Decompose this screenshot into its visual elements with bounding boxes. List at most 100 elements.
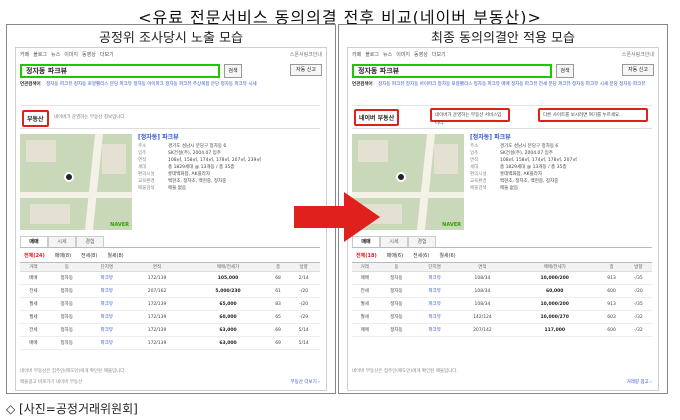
related-links[interactable]: 정자동 파크뷰 정자동 아이파크 정자동 로얄팰리스 정자동 파크뷰 매매 정자… xyxy=(378,82,645,87)
location-pin-icon xyxy=(396,172,406,182)
table-cell: 5,000/230 xyxy=(187,284,269,298)
radio-jeonse[interactable]: 전세(8) xyxy=(81,252,97,259)
listing-line: 편의시설 롯데백화점, AK플라자 xyxy=(470,172,543,177)
nav-item[interactable]: 이미지 xyxy=(396,51,410,61)
table-cell: 600 xyxy=(598,284,625,298)
table-cell: -/29 xyxy=(287,310,320,324)
search-input[interactable]: 정자동 파크뷰 xyxy=(352,64,552,78)
search-screenshot: 카페 블로그 뉴스 이미지 동영상 더보기 스폰서링크안내 정자동 파크뷰 검색… xyxy=(15,47,327,391)
table-cell[interactable]: 파크뷰 xyxy=(86,297,127,311)
radio-all[interactable]: 전체(24) xyxy=(24,252,45,259)
table-cell[interactable]: 파크뷰 xyxy=(86,323,127,337)
radio-sale[interactable]: 매매(6) xyxy=(387,252,403,259)
table-cell[interactable]: 파크뷰 xyxy=(415,323,454,337)
table-cell: 매매 xyxy=(352,271,378,285)
more-link[interactable]: 거래량 참고 › xyxy=(627,379,652,385)
table-cell: 매매 xyxy=(20,336,47,350)
table-row[interactable]: 전세 정자동 파크뷰 172/139 63,000 69 5/14 xyxy=(20,323,320,337)
table-row[interactable]: 매매 정자동 파크뷰 108/34 10,000/200 913 -/35 xyxy=(352,271,652,285)
report-button[interactable]: 자동 신고 xyxy=(290,64,322,76)
nav-item[interactable]: 더보기 xyxy=(432,51,446,61)
nav-item[interactable]: 이미지 xyxy=(64,51,78,61)
table-cell[interactable]: 파크뷰 xyxy=(415,310,454,324)
table-row[interactable]: 월세 정자동 파크뷰 108/34 10,000/200 913 -/35 xyxy=(352,297,652,311)
report-button[interactable]: 자동 신고 xyxy=(622,64,654,76)
table-cell: -/35 xyxy=(624,297,652,311)
table-cell[interactable]: 파크뷰 xyxy=(86,284,127,298)
table-row[interactable]: 매매 정자동 파크뷰 207/142 117,000 600 -/32 xyxy=(352,323,652,337)
table-cell[interactable]: 파크뷰 xyxy=(86,271,127,285)
table-cell[interactable]: 파크뷰 xyxy=(415,297,454,311)
search-button[interactable]: 검색 xyxy=(224,64,242,78)
footnote: 네이버 부동산은 집주인(매도인)에게 확인된 매물입니다. xyxy=(20,369,126,374)
map-block xyxy=(26,140,56,162)
more-link[interactable]: 부동산 더보기 › xyxy=(291,379,321,385)
table-row[interactable]: 매매 정자동 파크뷰 172/139 63,000 69 5/14 xyxy=(20,336,320,350)
radio-monthly[interactable]: 월세(6) xyxy=(439,252,455,259)
table-cell: 정자동 xyxy=(377,297,416,311)
radio-jeonse[interactable]: 전세(6) xyxy=(413,252,429,259)
nav-item[interactable]: 뉴스 xyxy=(383,51,392,61)
other-site-notice[interactable]: 다른 사이트를 보시려면 여기를 누르세요. xyxy=(538,108,648,122)
radio-sale[interactable]: 매매(8) xyxy=(55,252,71,259)
table-cell[interactable]: 파크뷰 xyxy=(415,271,454,285)
radio-monthly[interactable]: 월세(8) xyxy=(107,252,123,259)
table-cell: 정자동 xyxy=(46,323,87,337)
nav-item[interactable]: 동영상 xyxy=(82,51,96,61)
map-block xyxy=(434,144,458,174)
nav-item[interactable]: 카페 xyxy=(352,51,361,61)
table-cell: 정자동 xyxy=(377,271,416,285)
table-row[interactable]: 전세 정자동 파크뷰 108/34 60,000 600 -/20 xyxy=(352,284,652,298)
table-cell: 142/124 xyxy=(453,310,512,324)
sponsor-link[interactable]: 스폰서링크안내 xyxy=(622,51,654,58)
related-links[interactable]: 정자동 파크뷰 정자동 로얄팰리스 분당 파크뷰 정자동 아이파크 정자동 파크… xyxy=(46,82,256,87)
table-row[interactable]: 월세 정자동 파크뷰 172/139 65,000 83 -/20 xyxy=(20,297,320,311)
comparison-panel-after: 최종 동의의결안 적용 모습 카페 블로그 뉴스 이미지 동영상 더보기 스폰서… xyxy=(338,24,668,394)
listing-name[interactable]: [정자동] 파크뷰 xyxy=(470,134,650,141)
map-block xyxy=(30,204,70,224)
right-arrow-icon xyxy=(294,192,380,242)
listing-line: 세대 총 1829세대 @ 13개동 / 총 35층 xyxy=(470,165,567,170)
table-cell: 10,000/270 xyxy=(511,310,599,324)
sponsor-link[interactable]: 스폰서링크안내 xyxy=(290,51,322,58)
nav-item[interactable]: 블로그 xyxy=(33,51,47,61)
table-cell: 월세 xyxy=(20,297,47,311)
table-cell[interactable]: 파크뷰 xyxy=(86,310,127,324)
table-cell: 172/139 xyxy=(126,271,188,285)
table-row[interactable]: 전세 정자동 파크뷰 207/162 5,000/230 61 -/20 xyxy=(20,284,320,298)
table-header-cell: 방향 xyxy=(287,262,320,272)
table-cell[interactable]: 파크뷰 xyxy=(86,336,127,350)
table-cell: 117,000 xyxy=(511,323,599,337)
table-cell: 172/139 xyxy=(126,297,188,311)
listing-line: 교육환경 백현초, 정자초, 백현중, 정자중 xyxy=(470,179,559,184)
map-thumbnail[interactable]: NAVER xyxy=(20,134,132,230)
table-cell[interactable]: 파크뷰 xyxy=(415,284,454,298)
related-label: 연관검색어 xyxy=(352,82,373,87)
tab-experience[interactable]: 경험 xyxy=(76,236,104,247)
tab-price[interactable]: 시세 xyxy=(48,236,76,247)
nav-item[interactable]: 더보기 xyxy=(100,51,114,61)
filter-radios: 전체(18) 매매(6) 전세(6) 월세(6) xyxy=(356,252,456,259)
table-row[interactable]: 매매 정자동 파크뷰 172/139 105,000 68 2/14 xyxy=(20,271,320,285)
listing-table: 거래 동 단지명 면적 매매/전세가 층 방향 매매 정자동 파크뷰 108/34 10,000/2… xyxy=(352,262,652,337)
nav-item[interactable]: 뉴스 xyxy=(51,51,60,61)
panel-subtitle: 최종 동의의결안 적용 모습 xyxy=(431,31,575,46)
map-block xyxy=(102,144,126,174)
table-header-cell: 매매/전세가 xyxy=(511,262,599,272)
table-row[interactable]: 월세 정자동 파크뷰 172/139 60,000 65 -/29 xyxy=(20,310,320,324)
table-header-cell: 층 xyxy=(598,262,625,272)
tab-experience[interactable]: 경험 xyxy=(408,236,436,247)
nav-item[interactable]: 블로그 xyxy=(365,51,379,61)
footnote-link[interactable]: 매물광고 바로가기 네이버 부동산 xyxy=(20,379,82,385)
table-cell: 172/139 xyxy=(126,336,188,350)
tab-sale[interactable]: 매매 xyxy=(20,236,48,247)
search-button[interactable]: 검색 xyxy=(556,64,574,78)
listing-name[interactable]: [정자동] 파크뷰 xyxy=(138,134,318,141)
tab-price[interactable]: 시세 xyxy=(380,236,408,247)
radio-all[interactable]: 전체(18) xyxy=(356,252,377,259)
nav-item[interactable]: 카페 xyxy=(20,51,29,61)
table-row[interactable]: 월세 정자동 파크뷰 142/124 10,000/270 603 -/32 xyxy=(352,310,652,324)
search-input[interactable]: 정자동 파크뷰 xyxy=(20,64,220,78)
top-nav: 카페 블로그 뉴스 이미지 동영상 더보기 xyxy=(20,51,220,61)
nav-item[interactable]: 동영상 xyxy=(414,51,428,61)
